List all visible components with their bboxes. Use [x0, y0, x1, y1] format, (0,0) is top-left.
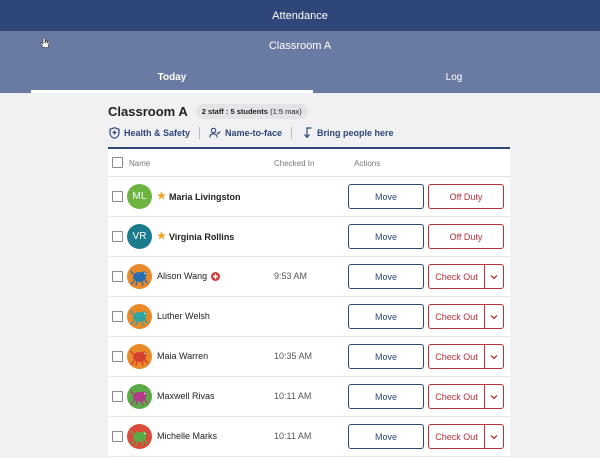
room-nav: Classroom A Today Log: [0, 31, 600, 93]
move-button[interactable]: Move: [348, 224, 424, 249]
shield-icon: [108, 127, 120, 139]
table-row: VR ★ Virginia Rollins Move Off Duty: [108, 217, 510, 257]
avatar-initials: ML: [132, 191, 147, 202]
checked-in-time: 9:53 AM: [274, 271, 308, 281]
bring-people-here-label: Bring people here: [317, 128, 394, 138]
person-name: Maia Warren: [157, 351, 209, 361]
move-button[interactable]: Move: [348, 304, 424, 329]
row-checkbox[interactable]: [112, 231, 123, 242]
move-button[interactable]: Move: [348, 424, 424, 449]
quick-actions: Health & Safety Name-to-face Bring peopl…: [108, 127, 394, 139]
move-button[interactable]: Move: [348, 384, 424, 409]
chevron-down-icon[interactable]: [485, 345, 503, 368]
check-out-split-button: Check Out: [428, 384, 504, 409]
person-name: Maria Livingston: [168, 191, 241, 202]
move-button[interactable]: Move: [348, 184, 424, 209]
person-name: Virginia Rollins: [168, 231, 235, 242]
check-out-split-button: Check Out: [428, 424, 504, 449]
chevron-down-icon[interactable]: [485, 425, 503, 448]
column-name: Name: [129, 159, 151, 168]
table-header: Name Checked In Actions: [108, 149, 510, 177]
student-name: Alison Wang: [157, 271, 221, 281]
avatar: [127, 424, 152, 449]
star-icon: ★: [157, 191, 166, 202]
avatar-initials: VR: [132, 231, 147, 242]
check-out-button[interactable]: Check Out: [429, 265, 485, 288]
name-to-face-label: Name-to-face: [225, 128, 283, 138]
chevron-down-icon[interactable]: [485, 265, 503, 288]
mouse-pointer-icon: [40, 37, 50, 52]
check-out-button[interactable]: Check Out: [429, 345, 485, 368]
table-row: ML ★ Maria Livingston Move Off Duty: [108, 177, 510, 217]
avatar: [127, 344, 152, 369]
row-checkbox[interactable]: [112, 431, 123, 442]
checked-in-time: 10:11 AM: [274, 431, 312, 441]
check-out-split-button: Check Out: [428, 264, 504, 289]
table-row: Alison Wang 9:53 AM Move Check Out: [108, 257, 510, 297]
roster-table: Name Checked In Actions ML ★ Maria Livings…: [108, 147, 510, 458]
tab-today[interactable]: Today: [31, 61, 313, 93]
health-safety-button[interactable]: Health & Safety: [108, 127, 190, 139]
staff-name: ★ Virginia Rollins: [157, 231, 234, 242]
column-checked-in: Checked In: [274, 159, 315, 168]
move-button[interactable]: Move: [348, 344, 424, 369]
person-check-icon: [209, 127, 221, 139]
arrow-down-left-icon: [301, 127, 313, 139]
select-all-checkbox[interactable]: [112, 157, 123, 168]
medical-alert-icon: [211, 271, 221, 281]
column-actions: Actions: [354, 159, 381, 168]
table-row: Luther Welsh Move Check Out: [108, 297, 510, 337]
room-title: Classroom A: [268, 40, 332, 52]
check-out-button[interactable]: Check Out: [429, 305, 485, 328]
app-title: Attendance: [272, 9, 328, 22]
health-safety-label: Health & Safety: [124, 128, 191, 138]
divider: [199, 127, 201, 139]
person-name: Luther Welsh: [157, 311, 210, 321]
student-name: Maxwell Rivas: [157, 391, 215, 401]
person-name: Maxwell Rivas: [157, 391, 215, 401]
checked-in-time: 10:35 AM: [274, 351, 313, 361]
app-header: Attendance: [0, 0, 600, 31]
row-checkbox[interactable]: [112, 391, 123, 402]
chevron-down-icon[interactable]: [485, 305, 503, 328]
table-row: Michelle Marks 10:11 AM Move Check Out: [108, 417, 510, 457]
off-duty-button[interactable]: Off Duty: [428, 224, 504, 249]
checked-in-time: 10:11 AM: [274, 391, 312, 401]
student-name: Maia Warren: [157, 351, 208, 361]
check-out-button[interactable]: Check Out: [429, 425, 485, 448]
ratio-max: (1:5 max): [267, 107, 302, 116]
bring-people-here-button[interactable]: Bring people here: [301, 127, 394, 139]
avatar: [127, 384, 152, 409]
ratio-count: 2 staff : 5 students: [201, 107, 268, 116]
avatar: [127, 264, 152, 289]
page-title: Classroom A: [108, 104, 188, 119]
ratio-badge: 2 staff : 5 students (1:5 max): [195, 104, 308, 119]
row-checkbox[interactable]: [112, 191, 123, 202]
name-to-face-button[interactable]: Name-to-face: [209, 127, 282, 139]
move-button[interactable]: Move: [348, 264, 424, 289]
tab-log[interactable]: Log: [313, 61, 595, 93]
check-out-split-button: Check Out: [428, 344, 504, 369]
table-row: Maxwell Rivas 10:11 AM Move Check Out: [108, 377, 510, 417]
avatar: ML: [127, 184, 152, 209]
person-name: Michelle Marks: [157, 431, 218, 441]
student-name: Luther Welsh: [157, 311, 210, 321]
divider: [291, 127, 293, 139]
row-checkbox[interactable]: [112, 351, 123, 362]
star-icon: ★: [157, 231, 166, 242]
room-header: Classroom A 2 staff : 5 students (1:5 ma…: [108, 104, 308, 119]
off-duty-button[interactable]: Off Duty: [428, 184, 504, 209]
person-name: Alison Wang: [157, 271, 208, 281]
row-checkbox[interactable]: [112, 311, 123, 322]
check-out-button[interactable]: Check Out: [429, 385, 485, 408]
avatar: [127, 304, 152, 329]
table-row: Maia Warren 10:35 AM Move Check Out: [108, 337, 510, 377]
row-checkbox[interactable]: [112, 271, 123, 282]
avatar: VR: [127, 224, 152, 249]
student-name: Michelle Marks: [157, 431, 217, 441]
chevron-down-icon[interactable]: [485, 385, 503, 408]
check-out-split-button: Check Out: [428, 304, 504, 329]
staff-name: ★ Maria Livingston: [157, 191, 240, 202]
